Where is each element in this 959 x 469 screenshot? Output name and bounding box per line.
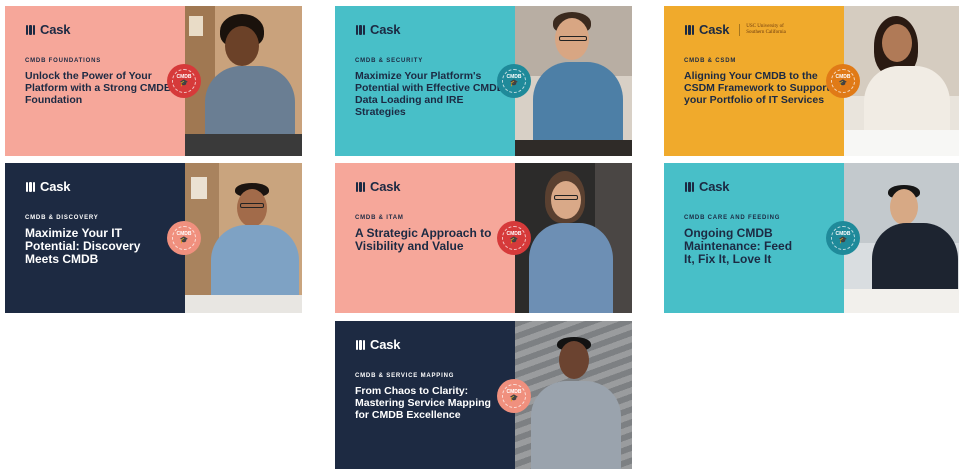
presenter-photo (515, 321, 632, 469)
card-kicker: CMDB & DISCOVERY (25, 215, 99, 221)
card-text-panel: Cask USC University of Southern Californ… (664, 6, 844, 156)
cask-logo-icon (355, 339, 366, 351)
cask-logo: Cask (684, 179, 729, 194)
card-kicker: CMDB & ITAM (355, 215, 404, 221)
card-text-panel: Cask CMDB FOUNDATIONS Unlock the Power o… (5, 6, 185, 156)
card-text-panel: Cask CMDB & SECURITY Maximize Your Platf… (335, 6, 515, 156)
card-text-panel: Cask CMDB & SERVICE MAPPING From Chaos t… (335, 321, 515, 469)
cask-logo-icon (684, 24, 695, 36)
cask-logo: Cask (25, 179, 70, 194)
card-headline: Aligning Your CMDB to the CSDM Framework… (684, 70, 830, 106)
cmdb-badge-icon: CMDB 🎓 (167, 221, 201, 255)
presenter-photo (185, 163, 302, 313)
card-headline: Unlock the Power of Your Platform with a… (25, 70, 172, 106)
cmdb-badge-icon: CMDB 🎓 (826, 221, 860, 255)
webinar-card-cmdb-security[interactable]: Cask CMDB & SECURITY Maximize Your Platf… (335, 6, 632, 156)
webinar-card-cmdb-foundations[interactable]: Cask CMDB FOUNDATIONS Unlock the Power o… (5, 6, 302, 156)
card-text-panel: Cask CMDB CARE AND FEEDING Ongoing CMDB … (664, 163, 844, 313)
card-headline: A Strategic Approach to Visibility and V… (355, 226, 492, 253)
webinar-card-cmdb-csdm[interactable]: Cask USC University of Southern Californ… (664, 6, 959, 156)
cask-logo: Cask (355, 179, 400, 194)
cmdb-badge-icon: CMDB 🎓 (826, 64, 860, 98)
cmdb-badge-icon: CMDB 🎓 (497, 64, 531, 98)
cmdb-badge-icon: CMDB 🎓 (497, 379, 531, 413)
card-text-panel: Cask CMDB & ITAM A Strategic Approach to… (335, 163, 515, 313)
cask-logo: Cask (355, 337, 400, 352)
card-headline: Maximize Your Platform's Potential with … (355, 70, 505, 118)
cask-logo: Cask (25, 22, 70, 37)
cask-logo-icon (355, 181, 366, 193)
card-headline: Maximize Your IT Potential: Discovery Me… (25, 226, 141, 266)
card-kicker: CMDB CARE AND FEEDING (684, 215, 781, 221)
cask-logo-icon (684, 181, 695, 193)
webinar-card-cmdb-service-mapping[interactable]: Cask CMDB & SERVICE MAPPING From Chaos t… (335, 321, 632, 469)
cask-logo-icon (25, 181, 36, 193)
presenter-photo (844, 6, 959, 156)
partner-logo: USC University of Southern California (739, 23, 794, 36)
cmdb-badge-icon: CMDB 🎓 (167, 64, 201, 98)
webinar-card-cmdb-itam[interactable]: Cask CMDB & ITAM A Strategic Approach to… (335, 163, 632, 313)
cask-logo: Cask USC University of Southern Californ… (684, 22, 794, 37)
card-text-panel: Cask CMDB & DISCOVERY Maximize Your IT P… (5, 163, 185, 313)
card-kicker: CMDB FOUNDATIONS (25, 58, 102, 64)
cask-logo-icon (355, 24, 366, 36)
presenter-photo (515, 163, 632, 313)
cask-logo: Cask (355, 22, 400, 37)
webinar-card-cmdb-discovery[interactable]: Cask CMDB & DISCOVERY Maximize Your IT P… (5, 163, 302, 313)
card-headline: From Chaos to Clarity: Mastering Service… (355, 385, 491, 421)
presenter-photo (185, 6, 302, 156)
card-kicker: CMDB & SERVICE MAPPING (355, 373, 455, 379)
cmdb-badge-icon: CMDB 🎓 (497, 221, 531, 255)
card-kicker: CMDB & SECURITY (355, 58, 424, 64)
presenter-photo (844, 163, 959, 313)
cask-logo-icon (25, 24, 36, 36)
card-headline: Ongoing CMDB Maintenance: Feed It, Fix I… (684, 226, 793, 266)
presenter-photo (515, 6, 632, 156)
card-kicker: CMDB & CSDM (684, 58, 737, 64)
webinar-card-cmdb-care-and-feeding[interactable]: Cask CMDB CARE AND FEEDING Ongoing CMDB … (664, 163, 959, 313)
